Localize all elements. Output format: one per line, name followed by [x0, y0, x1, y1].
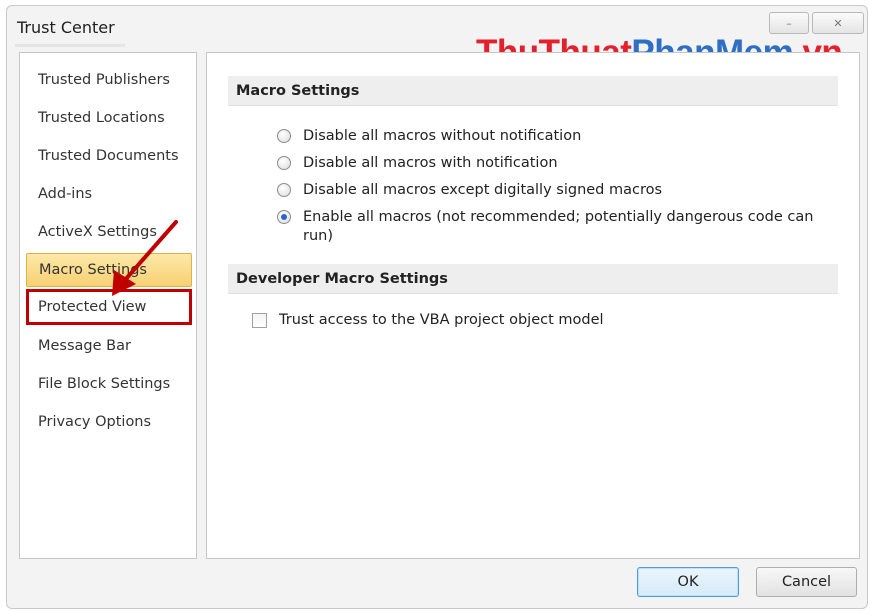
- sidebar-item-trusted-publishers[interactable]: Trusted Publishers: [26, 64, 192, 96]
- cancel-button[interactable]: Cancel: [756, 567, 857, 597]
- sidebar-item-trusted-locations[interactable]: Trusted Locations: [26, 102, 192, 134]
- sidebar-item-activex-settings[interactable]: ActiveX Settings: [26, 216, 192, 248]
- radio-checked-icon[interactable]: [277, 210, 291, 224]
- close-icon: ✕: [833, 16, 843, 30]
- macro-settings-header: Macro Settings: [228, 76, 838, 106]
- content-panel: Macro Settings Disable all macros withou…: [206, 52, 860, 559]
- close-button[interactable]: ✕: [812, 12, 864, 34]
- minimize-icon: –: [786, 16, 792, 30]
- option-label: Disable all macros except digitally sign…: [303, 182, 663, 198]
- trust-vba-access-checkbox[interactable]: Trust access to the VBA project object m…: [252, 311, 604, 330]
- sidebar-item-label: ActiveX Settings: [38, 224, 157, 240]
- radio-enable-all-macros[interactable]: Enable all macros (not recommended; pote…: [277, 208, 813, 246]
- window-title: Trust Center: [17, 18, 115, 37]
- sidebar-item-macro-settings[interactable]: Macro Settings: [26, 253, 192, 287]
- option-label-line-2: run): [303, 228, 333, 244]
- option-label-line-1: Enable all macros (not recommended; pote…: [303, 209, 814, 225]
- sidebar-item-message-bar[interactable]: Message Bar: [26, 330, 192, 362]
- sidebar-item-label: Macro Settings: [39, 262, 147, 278]
- option-label: Disable all macros with notification: [303, 155, 558, 171]
- developer-macro-settings-header: Developer Macro Settings: [228, 264, 838, 294]
- option-label: Enable all macros (not recommended; pote…: [303, 208, 813, 246]
- sidebar-item-label: File Block Settings: [38, 376, 171, 392]
- sidebar: Trusted Publishers Trusted Locations Tru…: [19, 52, 197, 559]
- sidebar-item-label: Privacy Options: [38, 414, 152, 430]
- radio-disable-no-notification[interactable]: Disable all macros without notification: [277, 127, 581, 146]
- ok-button[interactable]: OK: [637, 567, 739, 597]
- sidebar-item-add-ins[interactable]: Add-ins: [26, 178, 192, 210]
- sidebar-item-label: Trusted Publishers: [38, 72, 170, 88]
- sidebar-item-trusted-documents[interactable]: Trusted Documents: [26, 140, 192, 172]
- radio-icon[interactable]: [277, 156, 291, 170]
- option-label: Disable all macros without notification: [303, 128, 582, 144]
- sidebar-item-protected-view[interactable]: Protected View: [26, 289, 192, 325]
- sidebar-item-label: Trusted Locations: [38, 110, 165, 126]
- radio-icon[interactable]: [277, 129, 291, 143]
- sidebar-item-label: Add-ins: [38, 186, 93, 202]
- checkbox-icon[interactable]: [252, 313, 267, 328]
- sidebar-item-file-block-settings[interactable]: File Block Settings: [26, 368, 192, 400]
- minimize-button[interactable]: –: [769, 12, 809, 34]
- option-label: Trust access to the VBA project object m…: [279, 312, 604, 328]
- sidebar-item-label: Protected View: [38, 299, 147, 315]
- radio-disable-except-signed[interactable]: Disable all macros except digitally sign…: [277, 181, 662, 200]
- sidebar-item-label: Trusted Documents: [38, 148, 179, 164]
- radio-disable-with-notification[interactable]: Disable all macros with notification: [277, 154, 558, 173]
- sidebar-item-privacy-options[interactable]: Privacy Options: [26, 406, 192, 438]
- title-bar-decoration: [15, 44, 125, 47]
- radio-icon[interactable]: [277, 183, 291, 197]
- sidebar-item-label: Message Bar: [38, 338, 131, 354]
